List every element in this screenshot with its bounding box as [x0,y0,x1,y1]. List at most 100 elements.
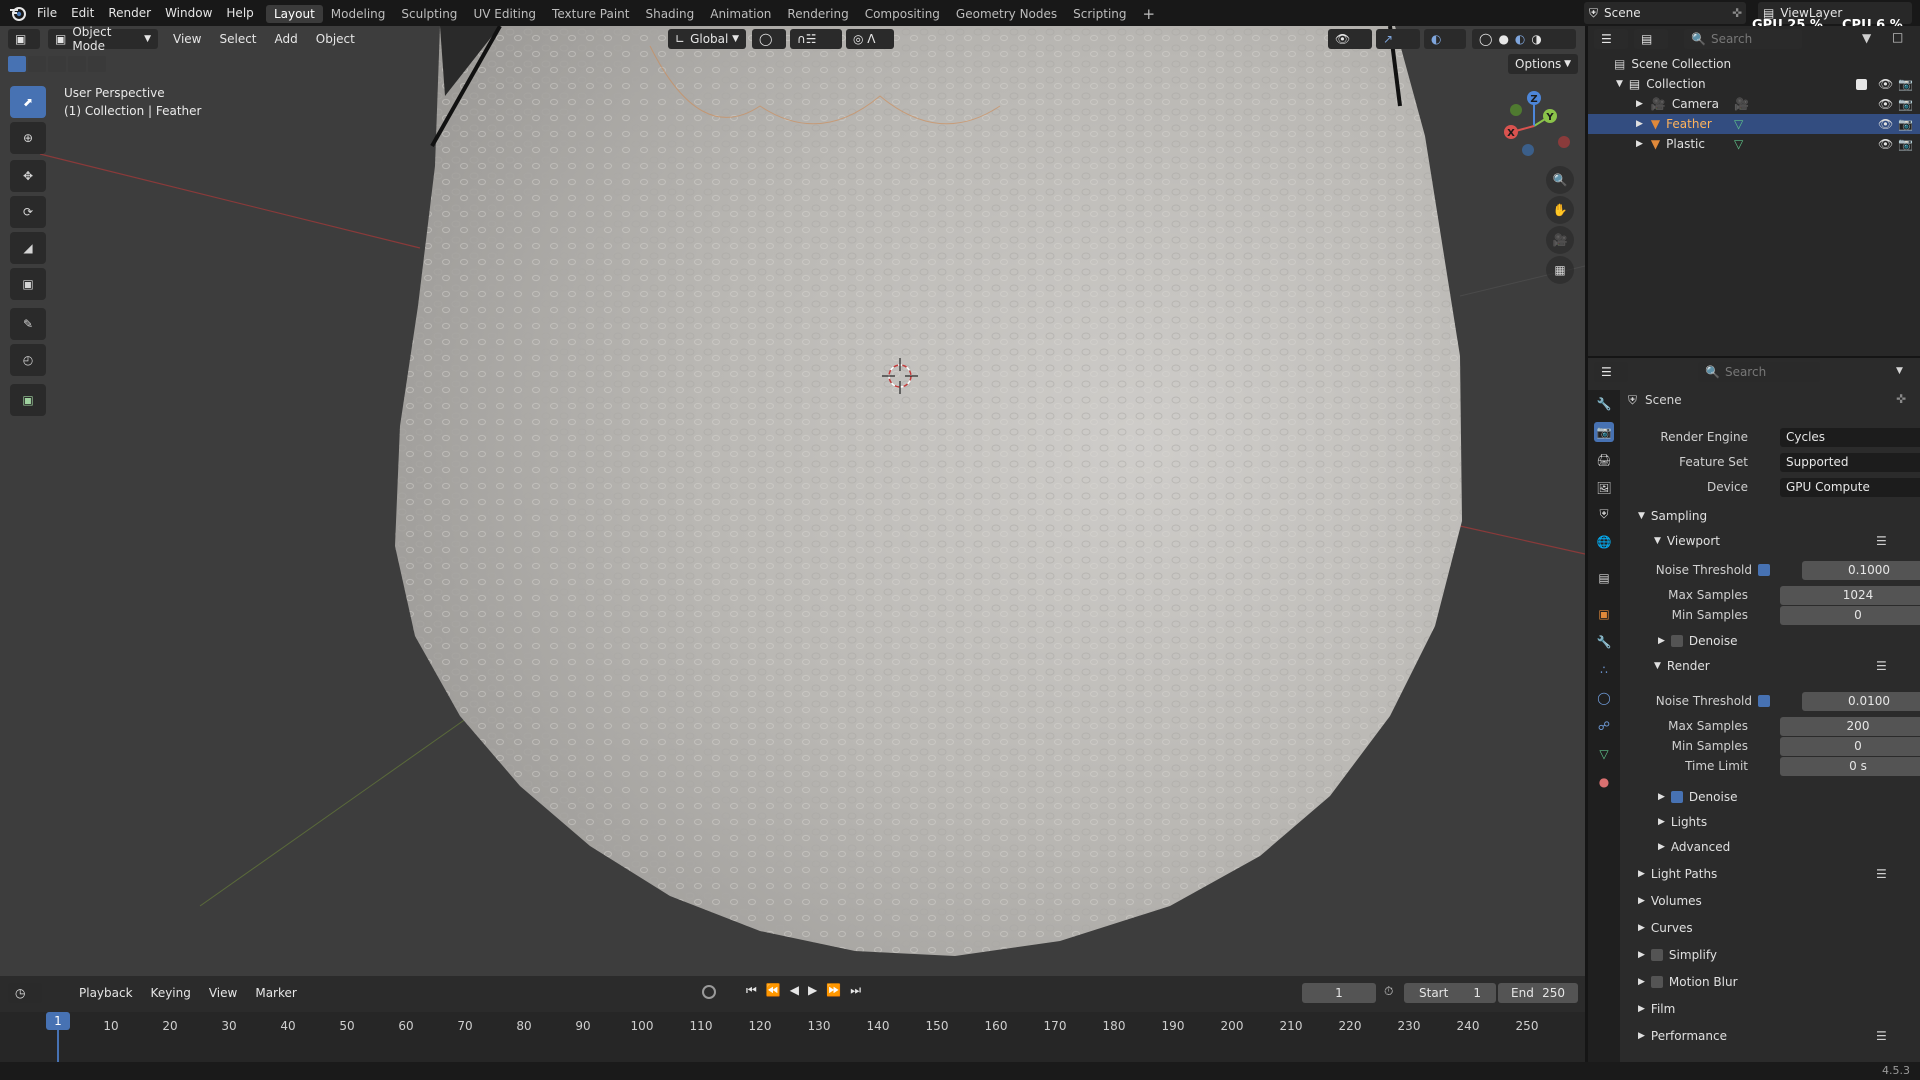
menu-object[interactable]: Object [307,32,364,46]
world-tab-icon[interactable]: 🌐 [1594,532,1614,552]
lights-subpanel[interactable]: ▶ Lights [1648,815,1707,829]
viewport-subpanel-header[interactable]: ▼ Viewport [1644,534,1720,548]
vp-max-field[interactable]: 1024 [1780,585,1920,605]
r-denoise-checkbox[interactable] [1670,791,1683,803]
vp-noise-field[interactable]: 0.1000 [1802,560,1920,580]
current-frame-field[interactable]: 1 [1302,983,1376,1003]
measure-tool[interactable]: ◴ [10,344,46,376]
physics-tab-icon[interactable]: ◯ [1594,688,1614,708]
select-extend-icon[interactable] [28,56,46,72]
stopwatch-icon[interactable]: ⏱ [1384,984,1393,999]
viewport-scene[interactable] [0,26,1585,976]
editor-type-button[interactable]: ▣ [8,29,40,49]
r-min-field[interactable]: 0 [1780,736,1920,756]
mode-selector[interactable]: ▣ Object Mode ▼ [48,26,158,53]
r-max-field[interactable]: 200 [1780,716,1920,736]
modifiers-tab-icon[interactable]: 🔧 [1594,632,1614,652]
tab-texture-paint[interactable]: Texture Paint [544,5,637,23]
eye-icon[interactable]: 👁 [1878,117,1893,131]
start-frame-field[interactable]: Start 1 [1404,983,1496,1003]
eye-icon[interactable]: 👁 [1878,97,1893,111]
menu-marker[interactable]: Marker [246,986,305,1000]
menu-timeline-view[interactable]: View [200,986,246,1000]
chevron-down-icon[interactable]: ▼ [1896,366,1903,376]
motion-blur-panel[interactable]: ▶ Motion Blur [1628,975,1738,989]
timeline-editor-type-button[interactable]: ◷ [8,983,42,1003]
outliner-item-feather[interactable]: ▶ ▼ Feather ▽ 👁 📷 [1588,114,1920,134]
menu-window[interactable]: Window [158,6,219,20]
data-tab-icon[interactable]: ▽ [1594,744,1614,764]
tab-geometry-nodes[interactable]: Geometry Nodes [948,5,1065,23]
select-intersect-icon[interactable] [88,56,106,72]
pin-icon[interactable]: ✜ [1896,392,1906,406]
menu-add[interactable]: Add [266,32,307,46]
light-paths-panel[interactable]: ▶ Light Paths [1628,867,1717,881]
play-reverse-icon[interactable]: ◀ [790,983,799,998]
transform-tool[interactable]: ▣ [10,268,46,300]
properties-editor[interactable]: ☰ 🔍 Search ▼ 🔧 📷 🖨 🖼 ⛨ 🌐 ▤ ▣ 🔧 ∴ ◯ ☍ ▽ ●… [1588,358,1920,1062]
checkbox-icon[interactable] [1856,78,1867,90]
prev-keyframe-icon[interactable]: ⏪ [766,983,781,998]
solid-shading-icon[interactable]: ● [1498,32,1508,46]
tab-modeling[interactable]: Modeling [323,5,394,23]
scale-tool[interactable]: ◢ [10,232,46,264]
view-layer-tab-icon[interactable]: 🖼 [1594,478,1614,498]
r-denoise-subpanel[interactable]: ▶ Denoise [1648,790,1737,804]
auto-keying-icon[interactable] [702,985,716,999]
zoom-icon[interactable]: 🔍 [1546,166,1574,194]
camera-render-icon[interactable]: 📷 [1898,97,1913,111]
wireframe-shading-icon[interactable]: ◯ [1479,32,1492,46]
menu-render[interactable]: Render [101,6,158,20]
pan-hand-icon[interactable]: ✋ [1546,196,1574,224]
ortho-grid-icon[interactable]: ▦ [1546,256,1574,284]
outliner-editor-type-button[interactable]: ☰ [1594,29,1628,49]
timeline-editor[interactable]: ◷ Playback Keying View Marker ⏮ ⏪ ◀ ▶ ⏩ … [0,976,1585,1062]
tab-shading[interactable]: Shading [637,5,702,23]
cursor-tool[interactable]: ⊕ [10,122,46,154]
add-workspace-button[interactable]: + [1135,3,1164,25]
properties-editor-type-button[interactable]: ☰ [1594,362,1628,382]
menu-help[interactable]: Help [219,6,260,20]
playhead-frame-badge[interactable]: 1 [46,1012,70,1030]
simplify-checkbox[interactable] [1650,949,1663,961]
chevron-down-icon[interactable]: ▼ [1616,79,1623,89]
add-cube-tool[interactable]: ▣ [10,384,46,416]
rotate-tool[interactable]: ⟳ [10,196,46,228]
device-dropdown[interactable]: GPU Compute▼ [1780,477,1920,497]
options-button[interactable]: Options ▼ [1508,54,1578,74]
simplify-panel[interactable]: ▶ Simplify [1628,948,1717,962]
eye-icon[interactable]: 👁 [1878,137,1893,151]
feature-set-dropdown[interactable]: Supported▼ [1780,452,1920,472]
blender-logo-icon[interactable] [9,4,27,22]
outliner-search-input[interactable]: 🔍 Search [1684,29,1802,49]
r-noise-checkbox[interactable] [1758,695,1770,707]
rendered-shading-icon[interactable]: ◑ [1531,32,1541,46]
overlays-toggle[interactable]: ◐ [1424,29,1466,49]
navigation-gizmo[interactable]: Y Z X [1494,86,1574,166]
pivot-selector[interactable]: ◯ [752,29,786,49]
end-frame-field[interactable]: End 250 [1498,983,1578,1003]
tab-animation[interactable]: Animation [702,5,779,23]
vp-denoise-subpanel[interactable]: ▶ Denoise [1648,634,1737,648]
material-shading-icon[interactable]: ◐ [1515,32,1525,46]
menu-select[interactable]: Select [210,32,265,46]
next-keyframe-icon[interactable]: ⏩ [826,983,841,998]
preset-icon[interactable]: ☰ [1876,659,1887,673]
gizmo-toggle[interactable]: ↗ [1376,29,1420,49]
snap-toggle[interactable]: ∩☵ [790,29,842,49]
play-icon[interactable]: ▶ [808,983,817,998]
vp-min-field[interactable]: 0 [1780,605,1920,625]
mesh-data-icon[interactable]: ▽ [1734,137,1743,151]
mesh-data-icon[interactable]: ▽ [1734,117,1743,131]
menu-edit[interactable]: Edit [64,6,101,20]
annotate-tool[interactable]: ✎ [10,308,46,340]
tab-rendering[interactable]: Rendering [779,5,856,23]
menu-keying[interactable]: Keying [142,986,200,1000]
curves-panel[interactable]: ▶ Curves [1628,921,1693,935]
collection-tab-icon[interactable]: ▤ [1594,568,1614,588]
sampling-panel-header[interactable]: ▼ Sampling [1628,509,1707,523]
volumes-panel[interactable]: ▶ Volumes [1628,894,1702,908]
camera-view-icon[interactable]: 🎥 [1546,226,1574,254]
camera-render-icon[interactable]: 📷 [1898,117,1913,131]
area-separator[interactable] [1588,356,1920,358]
